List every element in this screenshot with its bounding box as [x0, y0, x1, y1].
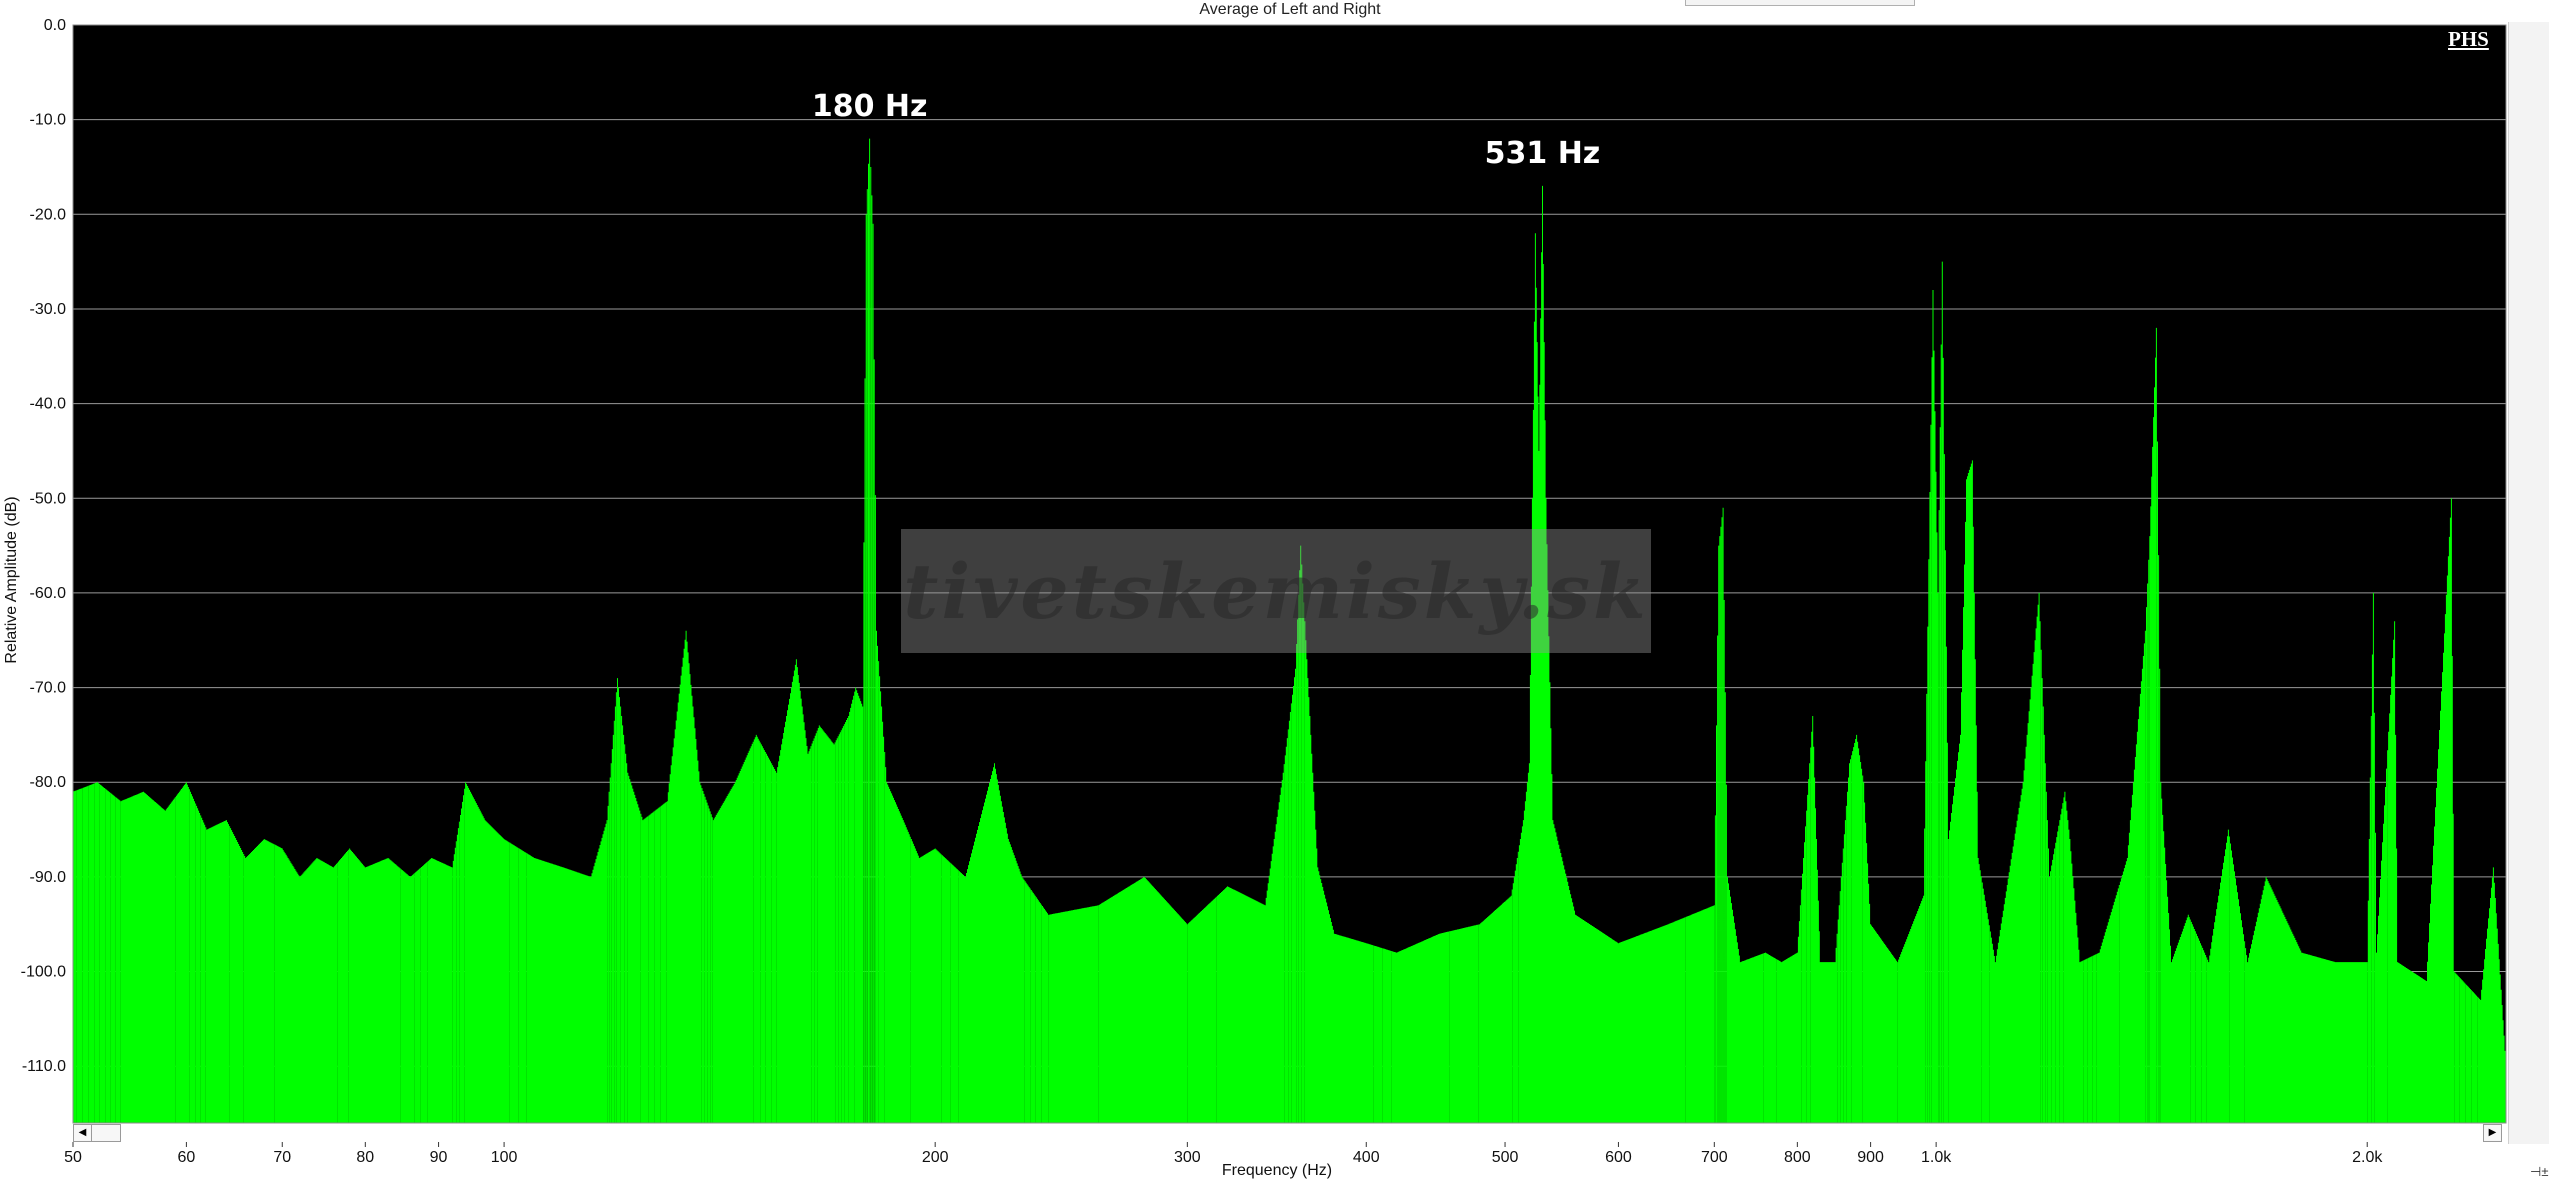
y-tick-label: -70.0: [30, 680, 67, 697]
peak-label-531hz: 531 Hz: [1484, 135, 1601, 171]
x-tick-label: 80: [356, 1149, 374, 1166]
x-tick-label: 800: [1784, 1149, 1811, 1166]
x-tick-label: 300: [1174, 1149, 1201, 1166]
y-tick-label: -60.0: [30, 585, 67, 602]
y-axis: 0.0 -10.0 -20.0 -30.0 -40.0 -50.0 -60.0 -70.0 -8…: [21, 17, 66, 1075]
watermark: tivetskemisky.sk: [901, 529, 1651, 653]
peak-label-180hz: 180 Hz: [811, 88, 928, 124]
y-tick-label: -100.0: [21, 964, 66, 981]
y-tick-label: -40.0: [30, 396, 67, 413]
x-tick-label: 200: [922, 1149, 949, 1166]
x-tick-label: 90: [430, 1149, 448, 1166]
y-axis-title: Relative Amplitude (dB): [3, 496, 20, 664]
scroll-left-button[interactable]: ◀: [73, 1124, 92, 1142]
y-tick-label: 0.0: [44, 17, 66, 34]
x-tick-label: 500: [1492, 1149, 1519, 1166]
y-tick-label: -80.0: [30, 774, 67, 791]
y-tick-label: -110.0: [22, 1058, 66, 1075]
x-tick-label: 70: [273, 1149, 291, 1166]
y-tick-label: -50.0: [30, 490, 67, 507]
x-axis-title: Frequency (Hz): [1221, 1162, 1333, 1179]
x-tick-label: 900: [1857, 1149, 1884, 1166]
brand-logo: PHS: [2448, 27, 2489, 51]
x-tick-label: 100: [491, 1149, 518, 1166]
x-tick-label: 700: [1701, 1149, 1728, 1166]
y-tick-label: -20.0: [30, 206, 67, 223]
scroll-thumb[interactable]: [91, 1124, 121, 1142]
scroll-right-button[interactable]: ▶: [2483, 1124, 2502, 1142]
resize-grip-icon[interactable]: ⊣±: [2530, 1164, 2548, 1180]
x-tick-label: 400: [1353, 1149, 1380, 1166]
x-tick-label: 1.0k: [1921, 1149, 1952, 1166]
x-tick-label: 50: [64, 1149, 82, 1166]
y-tick-label: -90.0: [30, 869, 67, 886]
y-tick-label: -30.0: [30, 301, 67, 318]
x-tick-label: 2.0k: [2352, 1149, 2383, 1166]
x-tick-label: 600: [1605, 1149, 1632, 1166]
y-tick-label: -10.0: [30, 112, 67, 129]
x-tick-label: 60: [177, 1149, 195, 1166]
